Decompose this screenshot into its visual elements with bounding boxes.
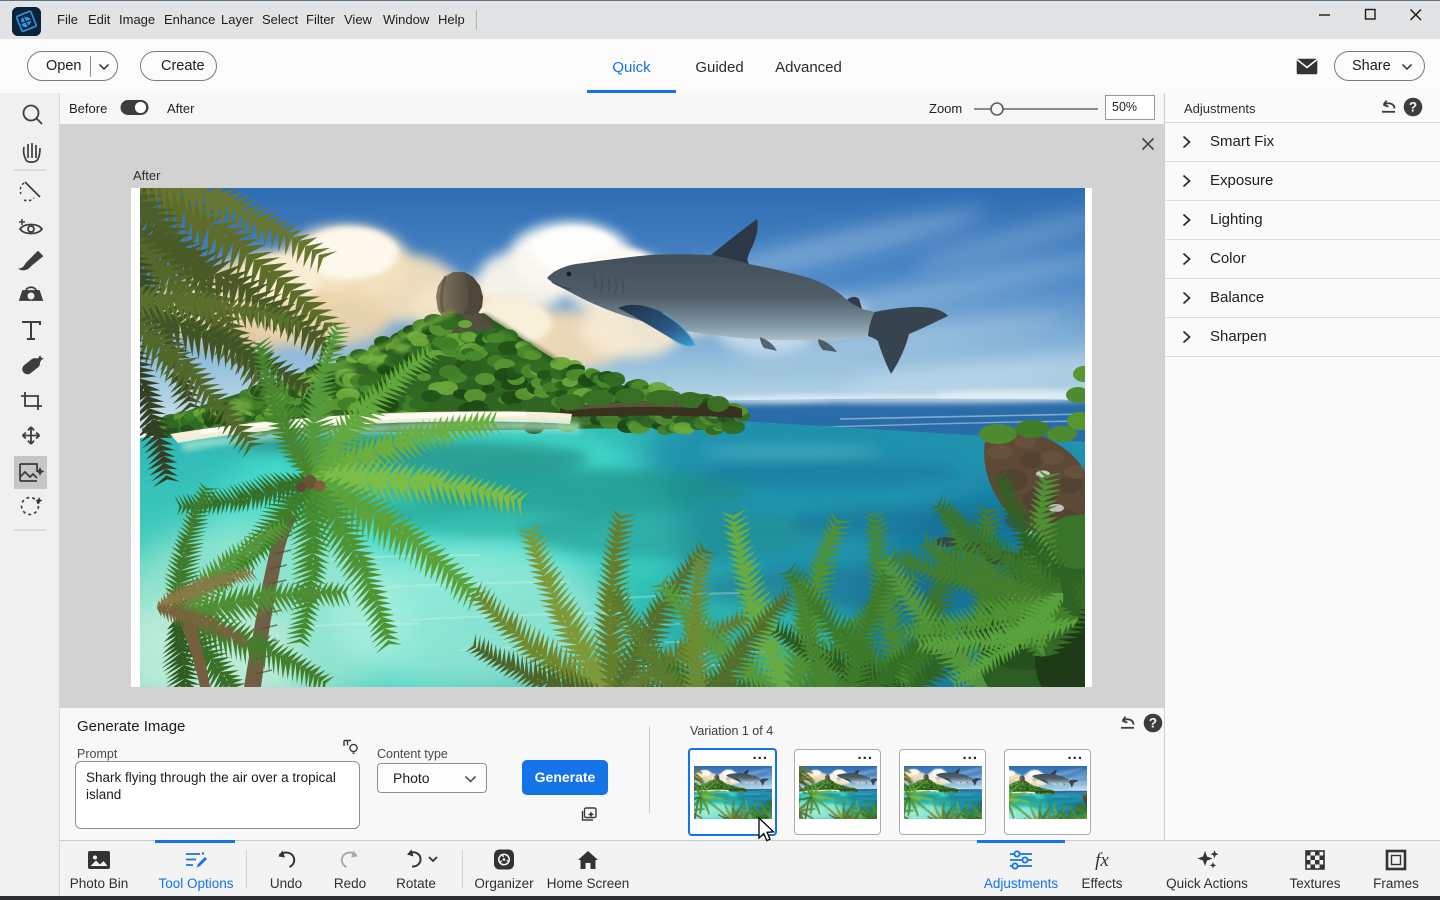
svg-text:?: ? bbox=[1149, 716, 1157, 731]
svg-text:fx: fx bbox=[1095, 850, 1109, 871]
svg-text:?: ? bbox=[1409, 100, 1417, 115]
